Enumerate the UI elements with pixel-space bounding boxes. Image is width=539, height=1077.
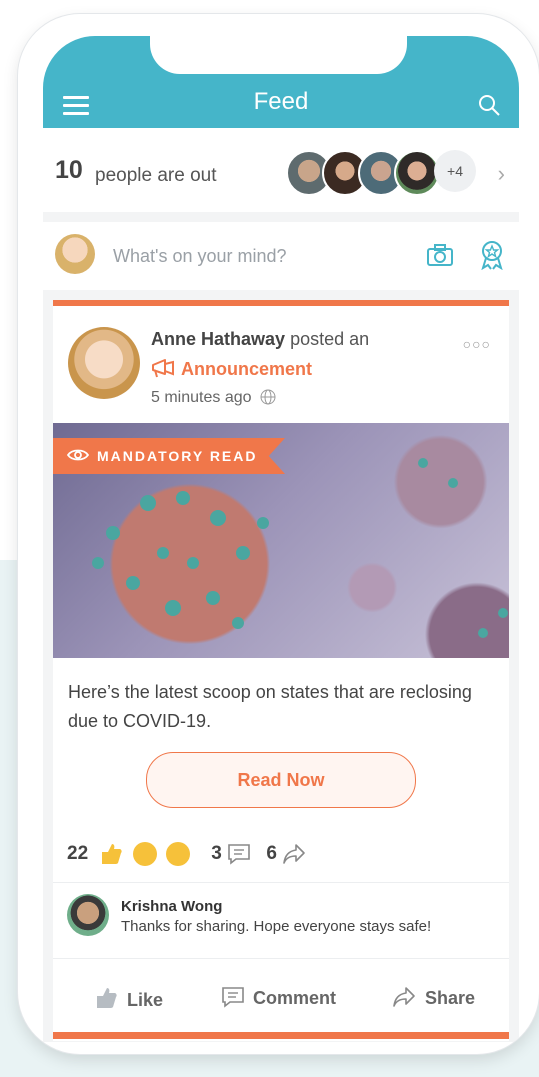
post-time: 5 minutes ago [151, 389, 276, 407]
like-reaction-icon [102, 844, 123, 864]
divider [53, 882, 509, 883]
post-type[interactable]: Announcement [151, 358, 312, 380]
card-bottom-bar [53, 1032, 509, 1039]
avatar[interactable] [67, 894, 109, 936]
post-actions: Like Comment Share [53, 966, 509, 1030]
post-header: Anne Hathaway posted an [151, 329, 369, 350]
people-out-label: people are out [95, 165, 217, 186]
reaction-summary[interactable]: 22 3 6 [67, 842, 306, 870]
share-icon [283, 844, 306, 864]
more-people-badge: +4 [434, 150, 476, 192]
post-action: posted an [290, 329, 370, 349]
avatar[interactable] [68, 327, 140, 399]
comment-button[interactable]: Comment [221, 986, 336, 1009]
mandatory-read-banner: MANDATORY READ [53, 438, 285, 474]
post-timestamp: 5 minutes ago [151, 389, 252, 406]
comment-icon [228, 844, 250, 865]
comment-text: Thanks for sharing. Hope everyone stays … [121, 918, 432, 935]
more-icon[interactable]: ○○○ [463, 336, 491, 352]
comment-icon [222, 987, 244, 1008]
award-icon[interactable] [479, 240, 505, 270]
page-title: Feed [253, 88, 309, 115]
comment-author[interactable]: Krishna Wong [121, 898, 222, 915]
like-label: Like [127, 990, 164, 1010]
read-now-button[interactable]: Read Now [146, 752, 416, 808]
like-icon [97, 988, 117, 1008]
people-out-count: 10 [55, 156, 83, 184]
app-header: Feed [43, 36, 519, 128]
eye-icon [67, 449, 89, 461]
post-image: MANDATORY READ [53, 423, 509, 658]
post-body: Here’s the latest scoop on states that a… [68, 682, 472, 731]
composer-input[interactable]: What's on your mind? [113, 246, 287, 267]
search-icon[interactable] [477, 93, 501, 117]
app-screen: Feed 10 people are out +4 › What's on yo… [43, 36, 519, 1042]
divider [53, 958, 509, 959]
people-out-bar[interactable]: 10 people are out +4 › [43, 128, 519, 212]
reaction-count: 22 [67, 843, 89, 864]
megaphone-icon [152, 359, 174, 378]
phone-frame: Feed 10 people are out +4 › What's on yo… [18, 14, 539, 1054]
laugh-reaction-icon [132, 842, 157, 866]
author-name[interactable]: Anne Hathaway [151, 329, 285, 349]
chevron-right-icon[interactable]: › [498, 161, 505, 187]
avatar [55, 234, 95, 274]
phone-notch [150, 36, 407, 74]
globe-icon [260, 389, 276, 405]
camera-icon[interactable] [427, 244, 453, 266]
mandatory-read-label: MANDATORY READ [97, 448, 258, 464]
post-type-label: Announcement [181, 359, 313, 379]
comment-count: 3 [211, 843, 222, 864]
share-button[interactable]: Share [391, 986, 475, 1009]
post-composer[interactable]: What's on your mind? [43, 222, 519, 290]
avatar [394, 150, 440, 196]
comment-label: Comment [253, 988, 337, 1008]
sad-reaction-icon [165, 842, 190, 866]
share-icon [393, 987, 415, 1007]
like-button[interactable]: Like [93, 986, 163, 1011]
post-card: Anne Hathaway posted an Announcement 5 m… [53, 300, 509, 1041]
share-count: 6 [266, 843, 277, 864]
share-label: Share [425, 988, 476, 1008]
